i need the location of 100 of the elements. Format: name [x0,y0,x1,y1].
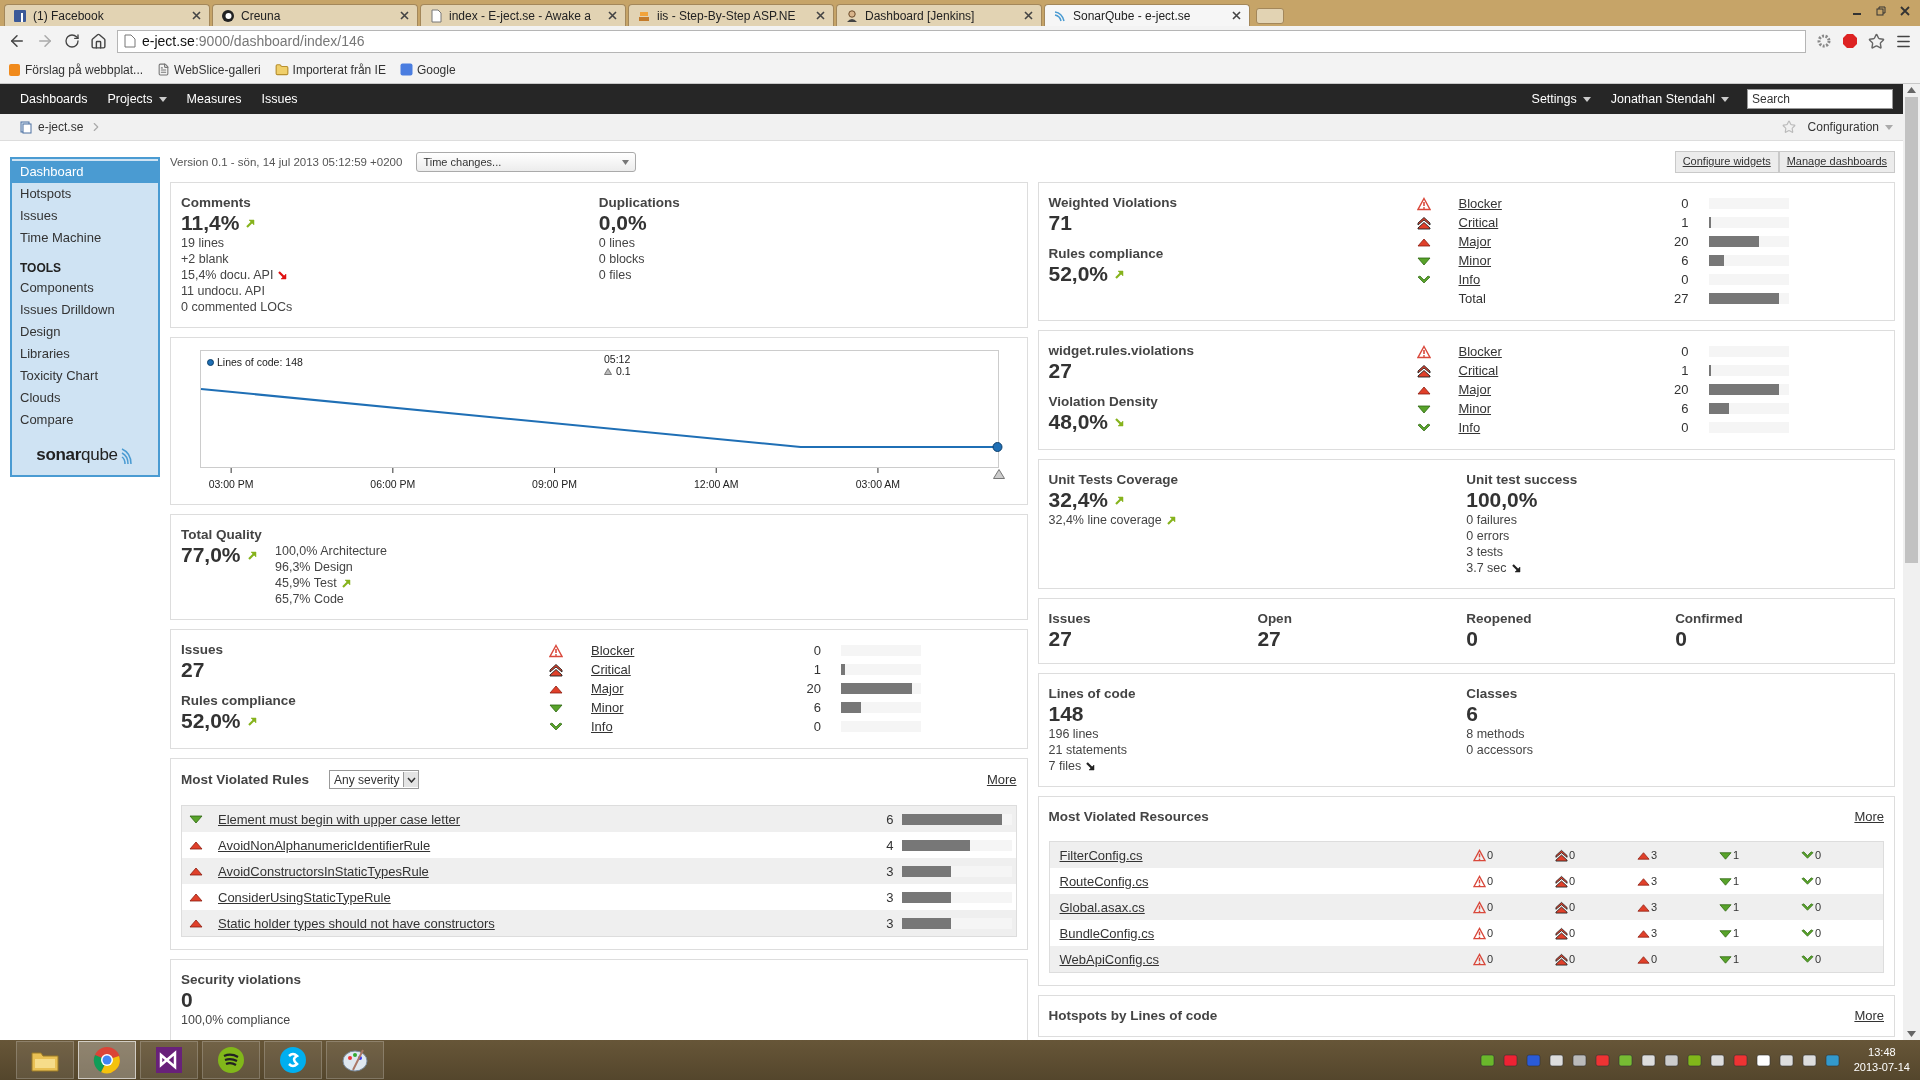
severity-link[interactable]: Blocker [1458,342,1629,361]
browser-tab[interactable]: iis - Step-By-Step ASP.NE [628,4,834,26]
sidebar-item[interactable]: Issues [12,205,158,227]
taskbar-button[interactable] [264,1041,322,1079]
file-link[interactable]: FilterConfig.cs [1059,847,1473,863]
nav-item[interactable]: Issues [251,92,308,106]
taskbar-button[interactable] [140,1041,198,1079]
browser-tab[interactable]: (1) Facebook [4,4,210,26]
file-link[interactable]: RouteConfig.cs [1059,873,1473,889]
scroll-up-icon[interactable] [1907,87,1916,93]
measure-detail: 7 files [1048,758,1082,774]
severity-link[interactable]: Critical [1458,213,1629,232]
close-icon[interactable] [1900,6,1910,16]
severity-link[interactable]: Minor [1458,251,1629,270]
tray-app-icon[interactable] [1686,1052,1702,1068]
tray-app-icon[interactable] [1709,1052,1725,1068]
scroll-down-icon[interactable] [1907,1031,1916,1037]
close-icon[interactable] [816,11,825,20]
close-icon[interactable] [1232,11,1241,20]
scrollbar-thumb[interactable] [1905,97,1918,563]
rule-link[interactable]: Static holder types should not have constructors [218,915,856,931]
issue-count: 1 [812,661,821,679]
browser-tab[interactable]: SonarQube - e-ject.se [1044,4,1250,26]
rule-link[interactable]: AvoidNonAlphanumericIdentifierRule [218,837,856,853]
gear-icon[interactable] [1816,33,1832,49]
home-icon[interactable] [90,32,107,50]
file-link[interactable]: BundleConfig.cs [1059,925,1473,941]
tray-app-icon[interactable] [1778,1052,1794,1068]
nav-item[interactable]: Projects [97,92,177,106]
bookmark-item[interactable]: Importerat från IE [274,62,386,77]
severity-link[interactable]: Major [1458,380,1629,399]
file-link[interactable]: WebApiConfig.cs [1059,951,1473,967]
back-icon[interactable] [8,32,26,50]
severity-link[interactable]: Blocker [591,641,761,660]
sidebar-item[interactable]: Issues Drilldown [12,299,158,321]
severity-link[interactable]: Minor [1458,399,1629,418]
time-select[interactable]: Time changes... [416,152,637,172]
more-link[interactable]: More [1854,1008,1884,1023]
sidebar-item[interactable]: Time Machine [12,227,158,249]
severity-link[interactable]: Info [591,717,761,736]
tray-app-icon[interactable] [1571,1052,1587,1068]
dashboard-button[interactable]: Manage dashboards [1778,151,1895,173]
severity-link[interactable]: Blocker [1458,194,1629,213]
sidebar-item[interactable]: Libraries [12,343,158,365]
more-link[interactable]: More [1854,809,1884,824]
bookmark-item[interactable]: WebSlice-galleri [157,62,261,77]
reload-icon[interactable] [64,33,80,49]
sidebar-item[interactable]: Hotspots [12,183,158,205]
severity-select[interactable]: Any severity [329,770,420,789]
tray-app-icon[interactable] [1479,1052,1495,1068]
star-icon[interactable] [1781,120,1796,134]
severity-link[interactable]: Major [1458,232,1629,251]
severity-link[interactable]: Info [1458,270,1629,289]
tray-app-icon[interactable] [1801,1052,1817,1068]
rule-link[interactable]: AvoidConstructorsInStaticTypesRule [218,863,856,879]
severity-link[interactable]: Critical [1458,361,1629,380]
sidebar-item[interactable]: Clouds [12,387,158,409]
sidebar-item[interactable]: Compare [12,409,158,431]
browser-tab[interactable]: Creuna [212,4,418,26]
sidebar-item[interactable]: Components [12,277,158,299]
severity-link[interactable]: Info [1458,418,1629,437]
star-icon[interactable] [1868,32,1885,50]
stop-sign-icon[interactable] [1842,33,1858,49]
taskbar-button[interactable] [16,1041,74,1079]
rule-link[interactable]: Element must begin with upper case letter [218,811,856,827]
bookmark-item[interactable]: Google [399,62,456,77]
tray-app-icon[interactable] [1755,1052,1771,1068]
rule-link[interactable]: ConsiderUsingStaticTypeRule [218,889,856,905]
close-icon[interactable] [1024,11,1033,20]
sidebar-item[interactable]: Toxicity Chart [12,365,158,387]
breadcrumb-link[interactable]: e-ject.se [38,120,84,134]
nav-item[interactable]: Dashboards [10,92,98,106]
close-icon[interactable] [192,11,201,20]
sidebar-item[interactable]: Design [12,321,158,343]
address-field[interactable]: e-ject.se:9000/dashboard/index/146 [117,29,1806,53]
configuration-menu[interactable]: Configuration [1807,120,1893,134]
taskbar-button[interactable] [202,1041,260,1079]
search-field[interactable]: Search [1747,89,1893,109]
browser-tab[interactable]: index - E-ject.se - Awake a [420,4,626,26]
file-link[interactable]: Global.asax.cs [1059,899,1473,915]
tray-app-icon[interactable] [1617,1052,1633,1068]
tray-app-icon[interactable] [1640,1052,1656,1068]
close-icon[interactable] [608,11,617,20]
severity-link[interactable]: Critical [591,660,761,679]
taskbar-button[interactable] [326,1041,384,1079]
tray-app-icon[interactable] [1663,1052,1679,1068]
browser-tab[interactable]: Dashboard [Jenkins] [836,4,1042,26]
nav-menu[interactable]: Settings [1521,92,1601,106]
severity-link[interactable]: Major [591,679,761,698]
restore-icon[interactable] [1876,6,1886,16]
close-icon[interactable] [400,11,409,20]
taskbar-clock[interactable]: 13:48 2013-07-14 [1853,1045,1910,1075]
severity-link[interactable]: Minor [591,698,761,717]
nav-menu[interactable]: Jonathan Stendahl [1600,92,1739,106]
warning-icon [1416,344,1431,359]
bookmark-item[interactable]: Förslag på webbplat... [8,62,144,77]
tray-app-icon[interactable] [1548,1052,1564,1068]
nav-item[interactable]: Measures [176,92,252,106]
dashboard-button[interactable]: Configure widgets [1674,151,1779,173]
more-link[interactable]: More [986,772,1017,787]
